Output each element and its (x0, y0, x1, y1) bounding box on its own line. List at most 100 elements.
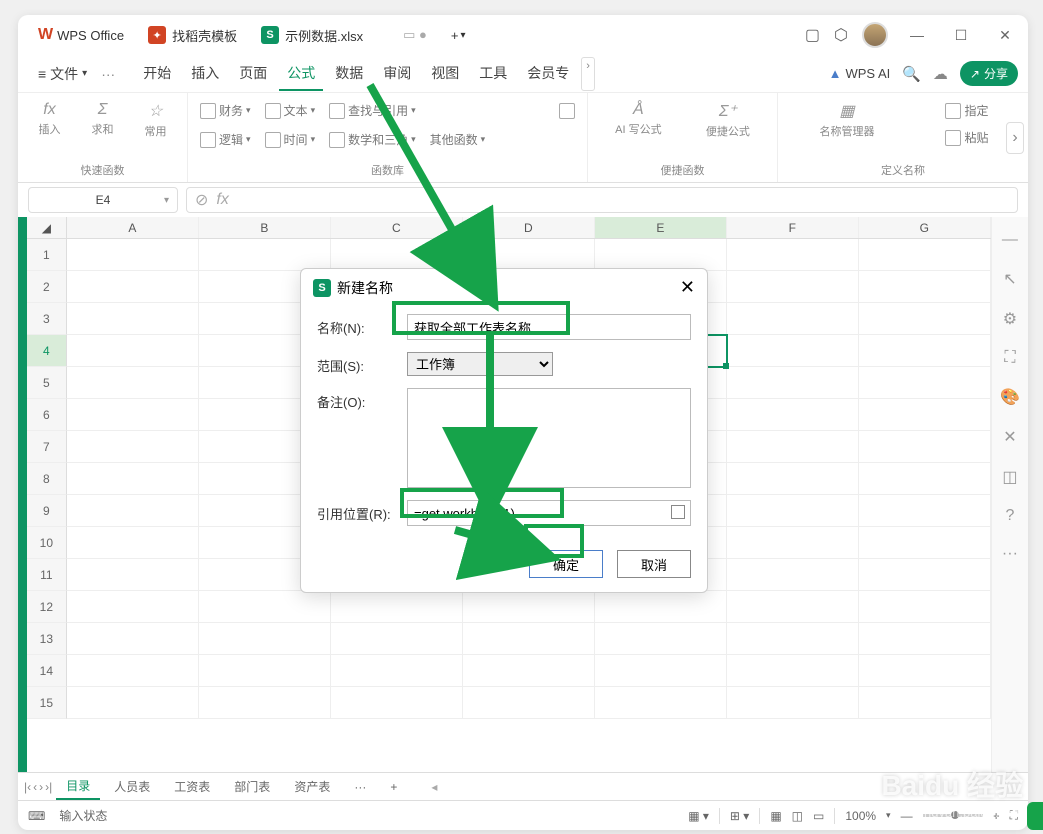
ribbon-time[interactable]: 时间▾ (261, 128, 320, 151)
cell-G13[interactable] (859, 623, 991, 655)
table-icon[interactable]: ▦ ▾ (688, 809, 709, 823)
cell-G8[interactable] (859, 463, 991, 495)
cell-G11[interactable] (859, 559, 991, 591)
freeze-icon[interactable]: ⊞ ▾ (730, 809, 749, 823)
search-icon[interactable]: 🔍 (902, 65, 921, 83)
row-4[interactable]: 4 (27, 335, 67, 367)
cell-B15[interactable] (199, 687, 331, 719)
ribbon-finance[interactable]: 财务▾ (196, 99, 255, 122)
ribbon-grid[interactable] (555, 99, 579, 122)
cell-A10[interactable] (67, 527, 199, 559)
select-all-corner[interactable]: ◢ (27, 217, 67, 238)
scrollbar-left[interactable]: ◂ (431, 780, 437, 794)
cell-F6[interactable] (727, 399, 859, 431)
tab-view[interactable]: 视图 (423, 57, 467, 91)
fullscreen-icon[interactable]: ⛶ (1010, 808, 1018, 823)
expand-icon[interactable]: ⛶ (1004, 349, 1015, 367)
cell-A5[interactable] (67, 367, 199, 399)
col-D[interactable]: D (463, 217, 595, 238)
cell-reference[interactable]: E4 (28, 187, 178, 213)
cell-G6[interactable] (859, 399, 991, 431)
ribbon-quick[interactable]: Σ⁺便捷公式 (700, 99, 756, 141)
cell-D15[interactable] (463, 687, 595, 719)
cell-F9[interactable] (727, 495, 859, 527)
ribbon-scroll[interactable]: › (1006, 122, 1024, 154)
ribbon-aiwrite[interactable]: ÅAI 写公式 (609, 99, 667, 141)
ref-input[interactable] (407, 500, 691, 526)
ribbon-lookup[interactable]: 查找与引用▾ (325, 99, 420, 122)
cell-E15[interactable] (595, 687, 727, 719)
ok-button[interactable]: 确定 (529, 550, 603, 578)
ribbon-other[interactable]: 其他函数▾ (426, 128, 490, 151)
cell-C13[interactable] (331, 623, 463, 655)
cell-G15[interactable] (859, 687, 991, 719)
view-layout-icon[interactable]: ▭ (813, 809, 824, 823)
cell-F13[interactable] (727, 623, 859, 655)
ribbon-logic[interactable]: 逻辑▾ (196, 128, 255, 151)
cell-D14[interactable] (463, 655, 595, 687)
cell-A14[interactable] (67, 655, 199, 687)
ribbon-insert-fn[interactable]: fx插入 (32, 99, 68, 141)
cell-F5[interactable] (727, 367, 859, 399)
cell-G7[interactable] (859, 431, 991, 463)
sheet-tab-more[interactable]: ··· (344, 776, 376, 798)
cell-A4[interactable] (67, 335, 199, 367)
cell-G3[interactable] (859, 303, 991, 335)
row-3[interactable]: 3 (27, 303, 67, 335)
ribbon-paste[interactable]: 粘贴 (941, 126, 992, 149)
ribbon-define[interactable]: 指定 (941, 99, 992, 122)
cell-C12[interactable] (331, 591, 463, 623)
row-14[interactable]: 14 (27, 655, 67, 687)
cell-F10[interactable] (727, 527, 859, 559)
more-icon[interactable]: ··· (1002, 545, 1018, 563)
cell-F1[interactable] (727, 239, 859, 271)
formula-input[interactable]: ⊘ fx (186, 187, 1018, 213)
fx-icon[interactable]: fx (216, 191, 228, 209)
cell-G4[interactable] (859, 335, 991, 367)
tabs-more[interactable]: › (581, 57, 595, 91)
sheet-tab-toc[interactable]: 目录 (56, 773, 100, 800)
pointer-icon[interactable]: ↖ (1003, 269, 1016, 289)
row-8[interactable]: 8 (27, 463, 67, 495)
map-icon[interactable]: ◫ (1002, 467, 1017, 487)
sheet-tab-asset[interactable]: 资产表 (284, 774, 340, 799)
cell-F11[interactable] (727, 559, 859, 591)
cell-A13[interactable] (67, 623, 199, 655)
cell-B12[interactable] (199, 591, 331, 623)
row-11[interactable]: 11 (27, 559, 67, 591)
cell-D13[interactable] (463, 623, 595, 655)
cell-G14[interactable] (859, 655, 991, 687)
col-A[interactable]: A (67, 217, 199, 238)
note-textarea[interactable] (407, 388, 691, 488)
cell-B13[interactable] (199, 623, 331, 655)
col-C[interactable]: C (331, 217, 463, 238)
ref-picker-icon[interactable] (671, 505, 685, 519)
help-icon[interactable]: ? (1005, 507, 1014, 525)
ribbon-common[interactable]: ☆常用 (138, 99, 174, 141)
help-bubble[interactable] (1027, 802, 1043, 830)
tab-tools[interactable]: 工具 (471, 57, 515, 91)
close-button[interactable]: ✕ (990, 27, 1020, 44)
palette-icon[interactable]: 🎨 (1000, 387, 1020, 407)
cell-A3[interactable] (67, 303, 199, 335)
cell-F12[interactable] (727, 591, 859, 623)
cell-G9[interactable] (859, 495, 991, 527)
cell-B14[interactable] (199, 655, 331, 687)
cell-A8[interactable] (67, 463, 199, 495)
tools-icon[interactable]: ✕ (1003, 427, 1016, 447)
cell-F2[interactable] (727, 271, 859, 303)
window-icon[interactable]: ▢ (805, 25, 820, 45)
zoom-value[interactable]: 100% (845, 809, 876, 823)
zoom-in[interactable]: + (993, 809, 1000, 823)
row-7[interactable]: 7 (27, 431, 67, 463)
template-tab[interactable]: ✦ 找稻壳模板 (136, 18, 249, 52)
next-sheet[interactable]: › (39, 780, 43, 794)
cancel-button[interactable]: 取消 (617, 550, 691, 578)
tab-start[interactable]: 开始 (135, 57, 179, 91)
sheet-tab-dept[interactable]: 部门表 (224, 774, 280, 799)
last-sheet[interactable]: ›| (45, 780, 52, 794)
cell-F8[interactable] (727, 463, 859, 495)
view-page-icon[interactable]: ◫ (792, 809, 803, 823)
scope-select[interactable]: 工作簿 (407, 352, 553, 376)
cancel-fx-icon[interactable]: ⊘ (195, 190, 208, 210)
